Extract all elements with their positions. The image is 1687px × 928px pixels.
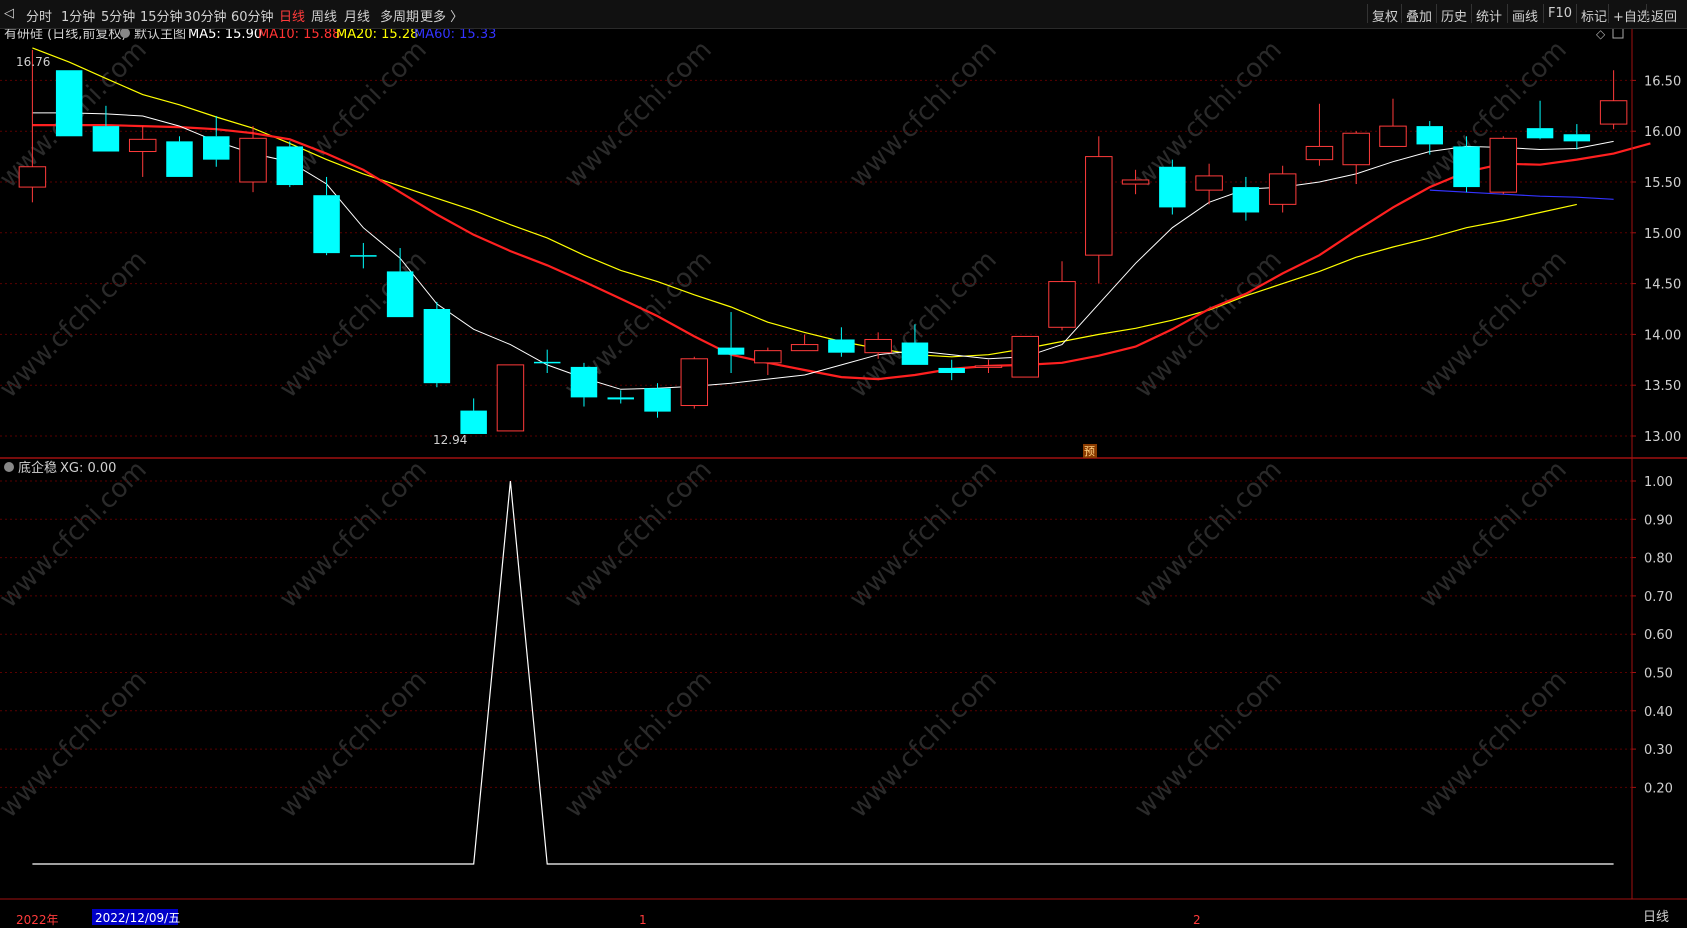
candle (1159, 159, 1186, 215)
toolbar-tool-1[interactable]: 叠加 (1406, 6, 1432, 25)
price-tick-label: 15.50 (1644, 176, 1681, 191)
indicator-name[interactable]: 底企稳 (18, 460, 57, 476)
price-tick-label: 16.00 (1644, 125, 1681, 140)
toolbar-separator (1507, 4, 1508, 23)
toolbar-period-3[interactable]: 15分钟 (140, 6, 183, 25)
toolbar-period-8[interactable]: 月线 (344, 6, 370, 25)
toolbar-separator (1576, 4, 1577, 23)
indicator-toggle-icon[interactable] (4, 462, 14, 472)
toolbar-period-9[interactable]: 多周期 (380, 6, 419, 25)
price-tick-label: 13.50 (1644, 379, 1681, 394)
toolbar-tool-6[interactable]: 标记 (1581, 6, 1607, 25)
indicator-tick-label: 0.70 (1644, 590, 1673, 605)
indicator-tick-label: 1.00 (1644, 475, 1673, 490)
price-tick-label: 13.00 (1644, 430, 1681, 445)
ma5-label: MA5: 15.90 (188, 29, 262, 42)
template-name[interactable]: 默认主图 (134, 29, 186, 42)
toolbar-tool-8[interactable]: 返回 (1651, 6, 1677, 25)
indicator-tick-label: 0.80 (1644, 552, 1673, 567)
toolbar-tool-5[interactable]: F10 (1548, 6, 1572, 21)
toolbar-period-0[interactable]: 分时 (26, 6, 52, 25)
toolbar-period-10[interactable]: 更多 〉 (420, 6, 463, 25)
toolbar-period-5[interactable]: 60分钟 (231, 6, 274, 25)
candle (1011, 335, 1039, 378)
indicator-tick-label: 0.60 (1644, 628, 1673, 643)
toolbar-tool-0[interactable]: 复权 (1372, 6, 1398, 25)
kline-chart: www.cfchi.com www.cfchi.com www.cfchi.com w… (0, 29, 1687, 928)
price-tick-label: 15.00 (1644, 227, 1681, 242)
toolbar-tool-4[interactable]: 画线 (1512, 6, 1538, 25)
toolbar-period-6[interactable]: 日线 (279, 6, 305, 25)
indicator-tick-label: 0.90 (1644, 513, 1673, 528)
price-tick-label: 16.50 (1644, 74, 1681, 89)
collapse-icon[interactable]: ◁ (4, 6, 14, 21)
diamond-icon[interactable]: ◇ (1596, 29, 1606, 41)
year-label: 2022年 (16, 913, 59, 927)
toolbar-separator (1646, 4, 1647, 23)
toolbar-separator (1401, 4, 1402, 23)
toolbar-tool-2[interactable]: 历史 (1441, 6, 1467, 25)
period-toolbar: 分时 1分钟 5分钟 15分钟 30分钟 60分钟 日线 周线 月线 多周期 更多 〉 复权 叠加 历史统… (0, 0, 1687, 29)
high-price-marker: 16.76 (16, 55, 50, 69)
cursor-date: 2022/12/09/五 (95, 911, 180, 925)
toolbar-separator (1436, 4, 1437, 23)
period-label: 日线 (1643, 910, 1669, 925)
stock-title: 有研硅 (日线,前复权) (4, 29, 126, 42)
toolbar-period-2[interactable]: 5分钟 (101, 6, 135, 25)
price-tick-label: 14.00 (1644, 328, 1681, 343)
toolbar-period-7[interactable]: 周线 (311, 6, 337, 25)
indicator-tick-label: 0.40 (1644, 705, 1673, 720)
indicator-tick-label: 0.30 (1644, 743, 1673, 758)
month-label-2: 2 (1193, 913, 1201, 927)
indicator-value: XG: 0.00 (60, 461, 116, 476)
candle (55, 70, 83, 137)
candle (423, 301, 451, 388)
toolbar-separator (1543, 4, 1544, 23)
toolbar-tool-7[interactable]: +自选 (1613, 6, 1650, 25)
toolbar-period-4[interactable]: 30分钟 (184, 6, 227, 25)
candle (166, 136, 193, 177)
ma10-label: MA10: 15.88 (258, 29, 340, 42)
month-label-1: 1 (639, 913, 647, 927)
candle (496, 364, 525, 432)
candle (1489, 136, 1518, 195)
toolbar-tool-3[interactable]: 统计 (1476, 6, 1502, 25)
toolbar-period-1[interactable]: 1分钟 (61, 6, 95, 25)
ma60-label: MA60: 15.33 (414, 29, 496, 42)
indicator-tick-label: 0.20 (1644, 781, 1673, 796)
price-tick-label: 14.50 (1644, 278, 1681, 293)
forecast-badge[interactable]: 预 (1084, 445, 1095, 458)
ma20-label: MA20: 15.28 (336, 29, 418, 42)
indicator-tick-label: 0.50 (1644, 667, 1673, 682)
candle (276, 141, 304, 188)
candle (680, 356, 709, 409)
toolbar-separator (1367, 4, 1368, 23)
toolbar-separator (1471, 4, 1472, 23)
low-price-marker: 12.94 (433, 433, 467, 447)
toolbar-separator (1608, 4, 1609, 23)
